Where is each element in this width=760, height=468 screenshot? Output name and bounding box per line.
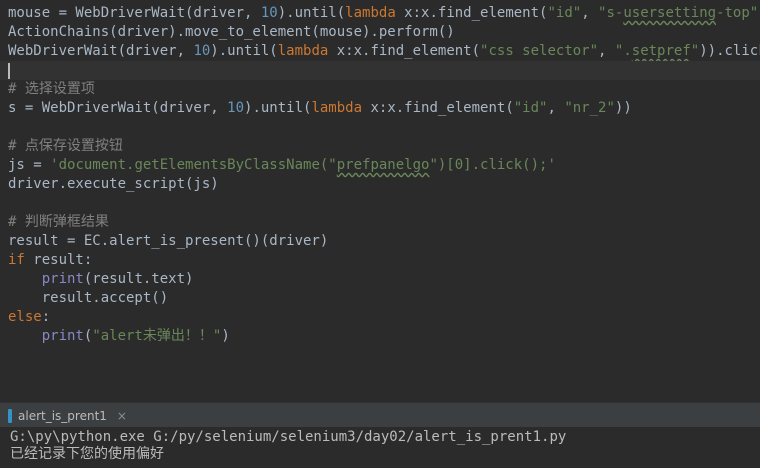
editor-bottom-space: [0, 378, 760, 402]
python-file-icon: [8, 408, 12, 423]
code-line[interactable]: js = 'document.getElementsByClassName("p…: [8, 156, 556, 175]
code-line[interactable]: result = EC.alert_is_present()(driver): [8, 232, 328, 251]
code-line[interactable]: # 选择设置项: [8, 80, 95, 99]
console-output-line: 已经记录下您的使用偏好: [10, 446, 164, 462]
code-line[interactable]: # 判断弹框结果: [8, 213, 109, 232]
run-console: G:\py\python.exe G:/py/selenium/selenium…: [0, 427, 760, 468]
code-line[interactable]: WebDriverWait(driver, 10).until(lambda x…: [8, 42, 760, 61]
code-line[interactable]: result.accept(): [8, 289, 168, 308]
code-line[interactable]: driver.execute_script(js): [8, 175, 219, 194]
code-line[interactable]: print(result.text): [8, 270, 194, 289]
run-tool-window-header: alert_is_prent1 ×: [0, 402, 760, 428]
code-editor[interactable]: mouse = WebDriverWait(driver, 10).until(…: [0, 0, 760, 378]
code-line[interactable]: if result:: [8, 251, 92, 270]
code-line[interactable]: else:: [8, 308, 50, 327]
code-line[interactable]: [0, 61, 760, 80]
code-line[interactable]: mouse = WebDriverWait(driver, 10).until(…: [8, 4, 760, 23]
text-caret: [8, 63, 10, 79]
run-tab[interactable]: alert_is_prent1 ×: [0, 403, 135, 428]
code-line[interactable]: ActionChains(driver).move_to_element(mou…: [8, 23, 455, 42]
code-line[interactable]: s = WebDriverWait(driver, 10).until(lamb…: [8, 99, 632, 118]
code-line[interactable]: # 点保存设置按钮: [8, 137, 123, 156]
close-icon[interactable]: ×: [117, 409, 127, 423]
code-line[interactable]: print("alert未弹出！！"): [8, 327, 230, 346]
run-tab-label: alert_is_prent1: [18, 408, 107, 423]
